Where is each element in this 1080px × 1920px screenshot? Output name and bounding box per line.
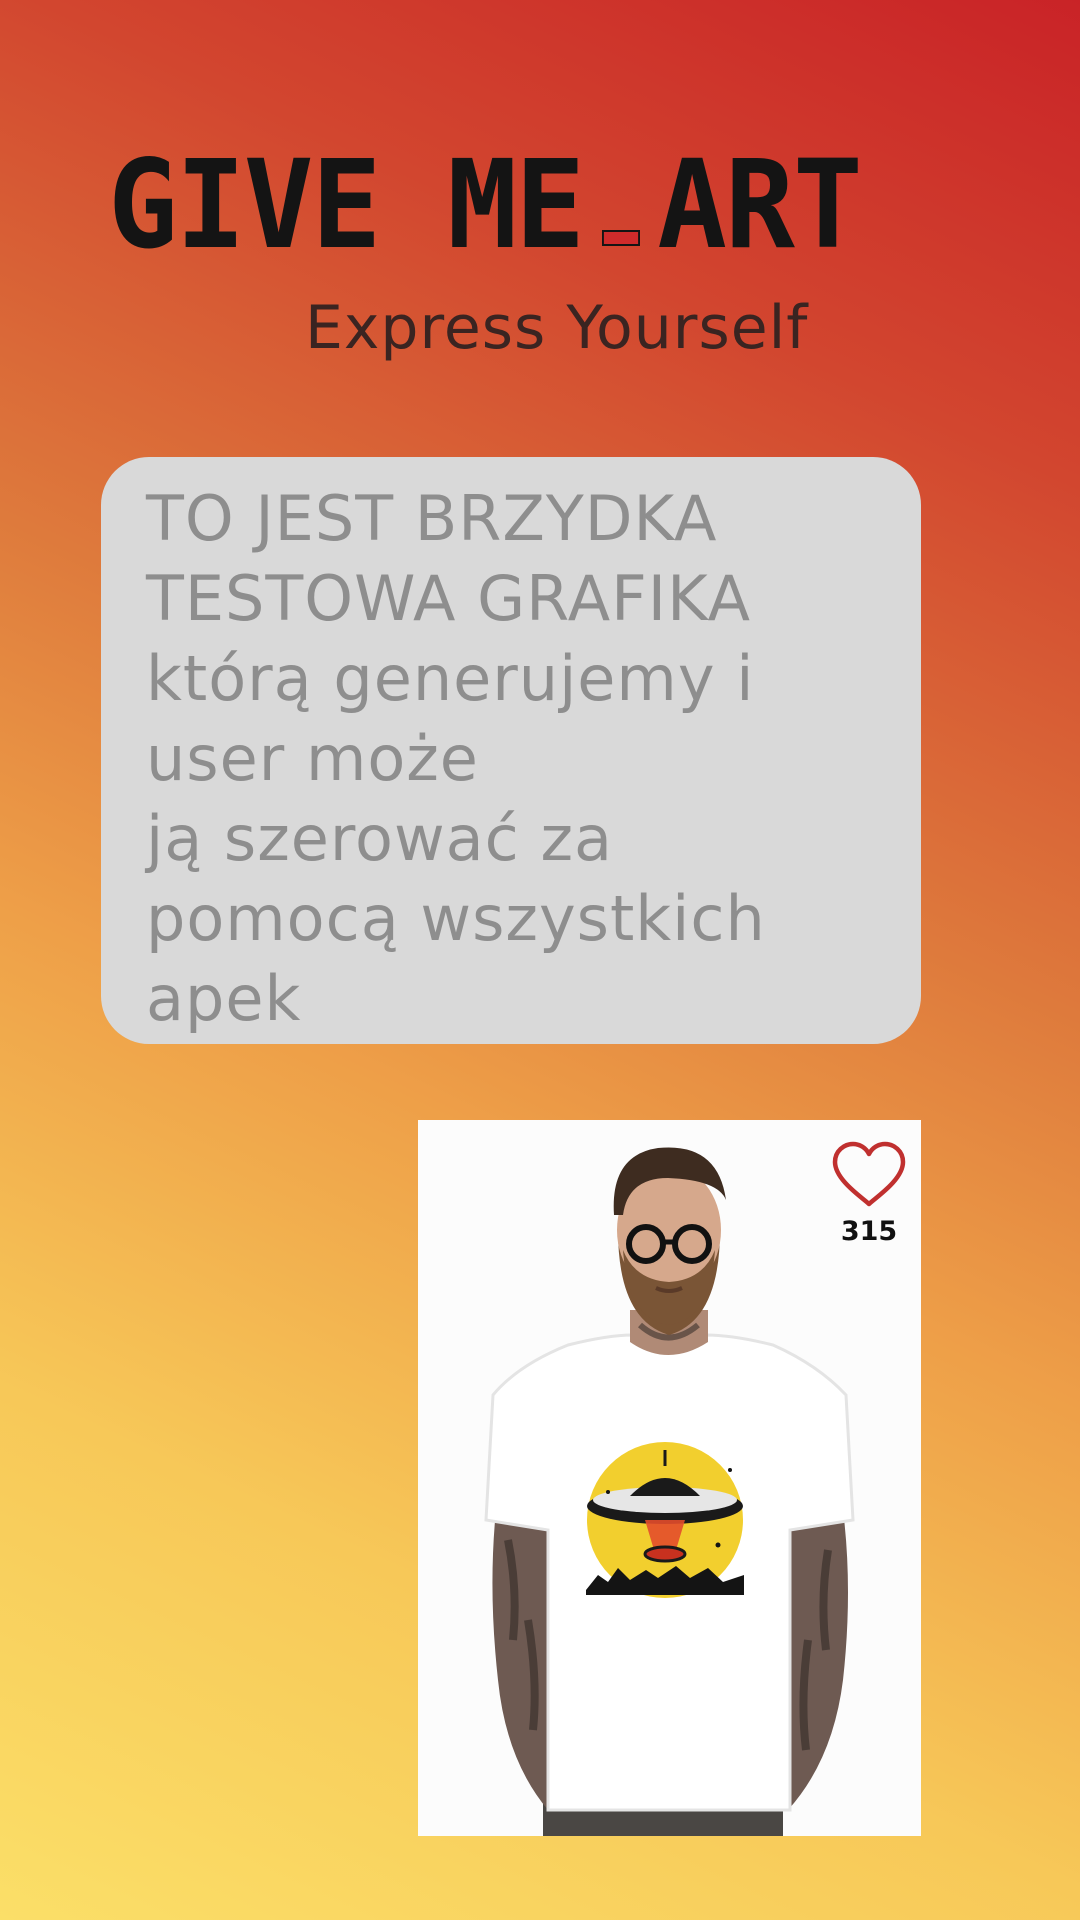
message-line: TO JEST BRZYDKA xyxy=(146,482,718,555)
message-line: pomocą wszystkich xyxy=(146,882,766,955)
message-line: którą generujemy i xyxy=(146,642,755,715)
tagline: Express Yourself xyxy=(305,293,809,363)
like-count: 315 xyxy=(840,1216,898,1247)
logo-text-art: ART xyxy=(657,134,863,276)
message-card: TO JEST BRZYDKA TESTOWA GRAFIKA którą ge… xyxy=(101,457,921,1044)
logo-cursor-mark xyxy=(602,230,641,246)
app-logo: GIVE ME ART xyxy=(108,134,906,276)
logo-text-give-me: GIVE ME xyxy=(108,134,585,276)
product-card[interactable]: 315 xyxy=(418,1120,921,1836)
message-line: apek xyxy=(146,962,302,1035)
like-button[interactable]: 315 xyxy=(829,1140,909,1250)
message-line: user może xyxy=(146,722,479,795)
message-line: ją szerować za xyxy=(146,802,614,875)
heart-outline-icon xyxy=(832,1141,906,1207)
message-line: TESTOWA GRAFIKA xyxy=(146,562,752,635)
